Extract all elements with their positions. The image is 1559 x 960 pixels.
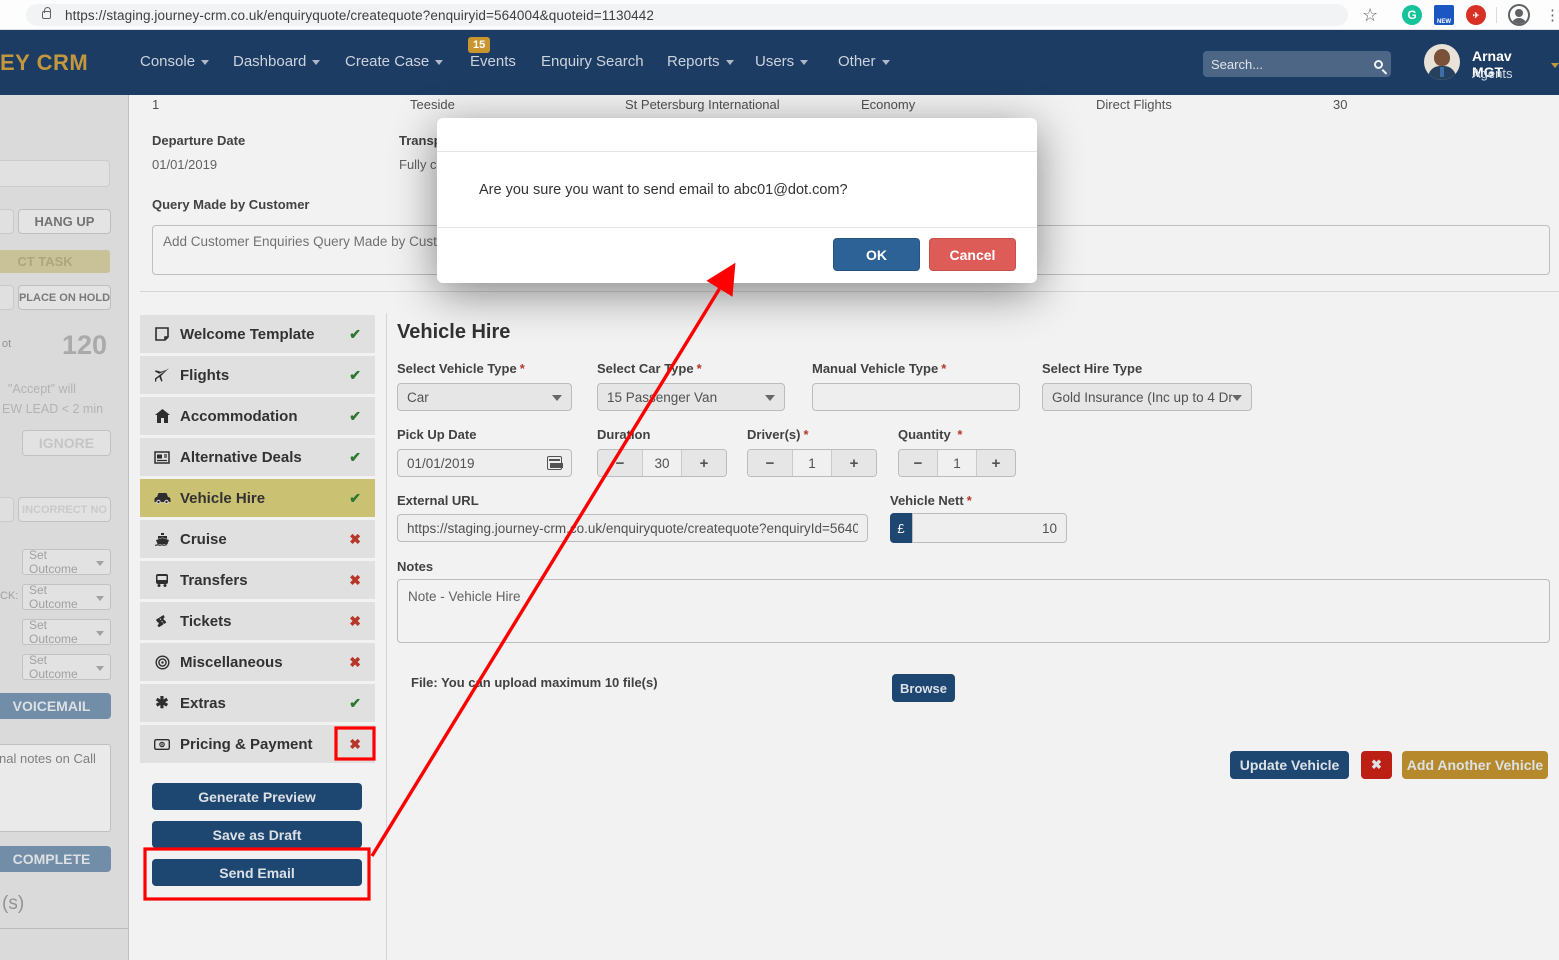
lock-icon (42, 7, 51, 19)
chevron-down-icon (435, 60, 444, 65)
chevron-down-icon (312, 60, 321, 65)
nav-item-dashboard[interactable]: Dashboard (233, 53, 321, 70)
nav-item-console[interactable]: Console (140, 53, 210, 70)
user-role: Agents (1472, 66, 1513, 81)
address-bar[interactable]: https://staging.journey-crm.co.uk/enquir… (26, 4, 1348, 26)
modal-message: Are you sure you want to send email to a… (437, 152, 1037, 228)
events-badge: 15 (468, 37, 491, 53)
toolbar-divider (1496, 5, 1497, 25)
nav-item-events[interactable]: Events 15 (468, 37, 516, 70)
new-extension-icon[interactable]: NEW (1434, 5, 1454, 25)
nav-item-reports[interactable]: Reports (667, 53, 734, 70)
modal-header (437, 118, 1037, 152)
browser-menu-icon[interactable]: ⋮ (1545, 5, 1559, 25)
chevron-down-icon (201, 60, 210, 65)
ok-button[interactable]: OK (833, 238, 920, 271)
app-navbar: EY CRM Console Dashboard Create Case Eve… (0, 30, 1559, 95)
bookmark-star-icon[interactable]: ☆ (1362, 5, 1378, 25)
nav-item-enquiry-search[interactable]: Enquiry Search (541, 53, 644, 70)
confirm-send-email-modal: Are you sure you want to send email to a… (437, 118, 1037, 283)
browser-toolbar: https://staging.journey-crm.co.uk/enquir… (0, 0, 1559, 30)
app-logo[interactable]: EY CRM (0, 50, 88, 76)
modal-footer: OK Cancel (437, 228, 1037, 281)
screen: https://staging.journey-crm.co.uk/enquir… (0, 0, 1559, 960)
nav-item-users[interactable]: Users (755, 53, 809, 70)
chevron-down-icon (725, 60, 734, 65)
nav-item-other[interactable]: Other (838, 53, 890, 70)
cancel-button[interactable]: Cancel (929, 238, 1016, 271)
nav-item-create-case[interactable]: Create Case (345, 53, 444, 70)
chevron-down-icon (1551, 62, 1559, 68)
user-avatar[interactable] (1424, 44, 1460, 80)
chevron-down-icon (881, 60, 890, 65)
grammarly-extension-icon[interactable]: G (1402, 5, 1422, 25)
url-text[interactable]: https://staging.journey-crm.co.uk/enquir… (65, 8, 654, 23)
extension-icon[interactable]: ✈ (1466, 5, 1486, 25)
search-icon (1374, 59, 1383, 69)
chevron-down-icon (800, 60, 809, 65)
browser-profile-icon[interactable] (1508, 4, 1530, 26)
global-search-input[interactable]: Search... (1203, 51, 1391, 77)
